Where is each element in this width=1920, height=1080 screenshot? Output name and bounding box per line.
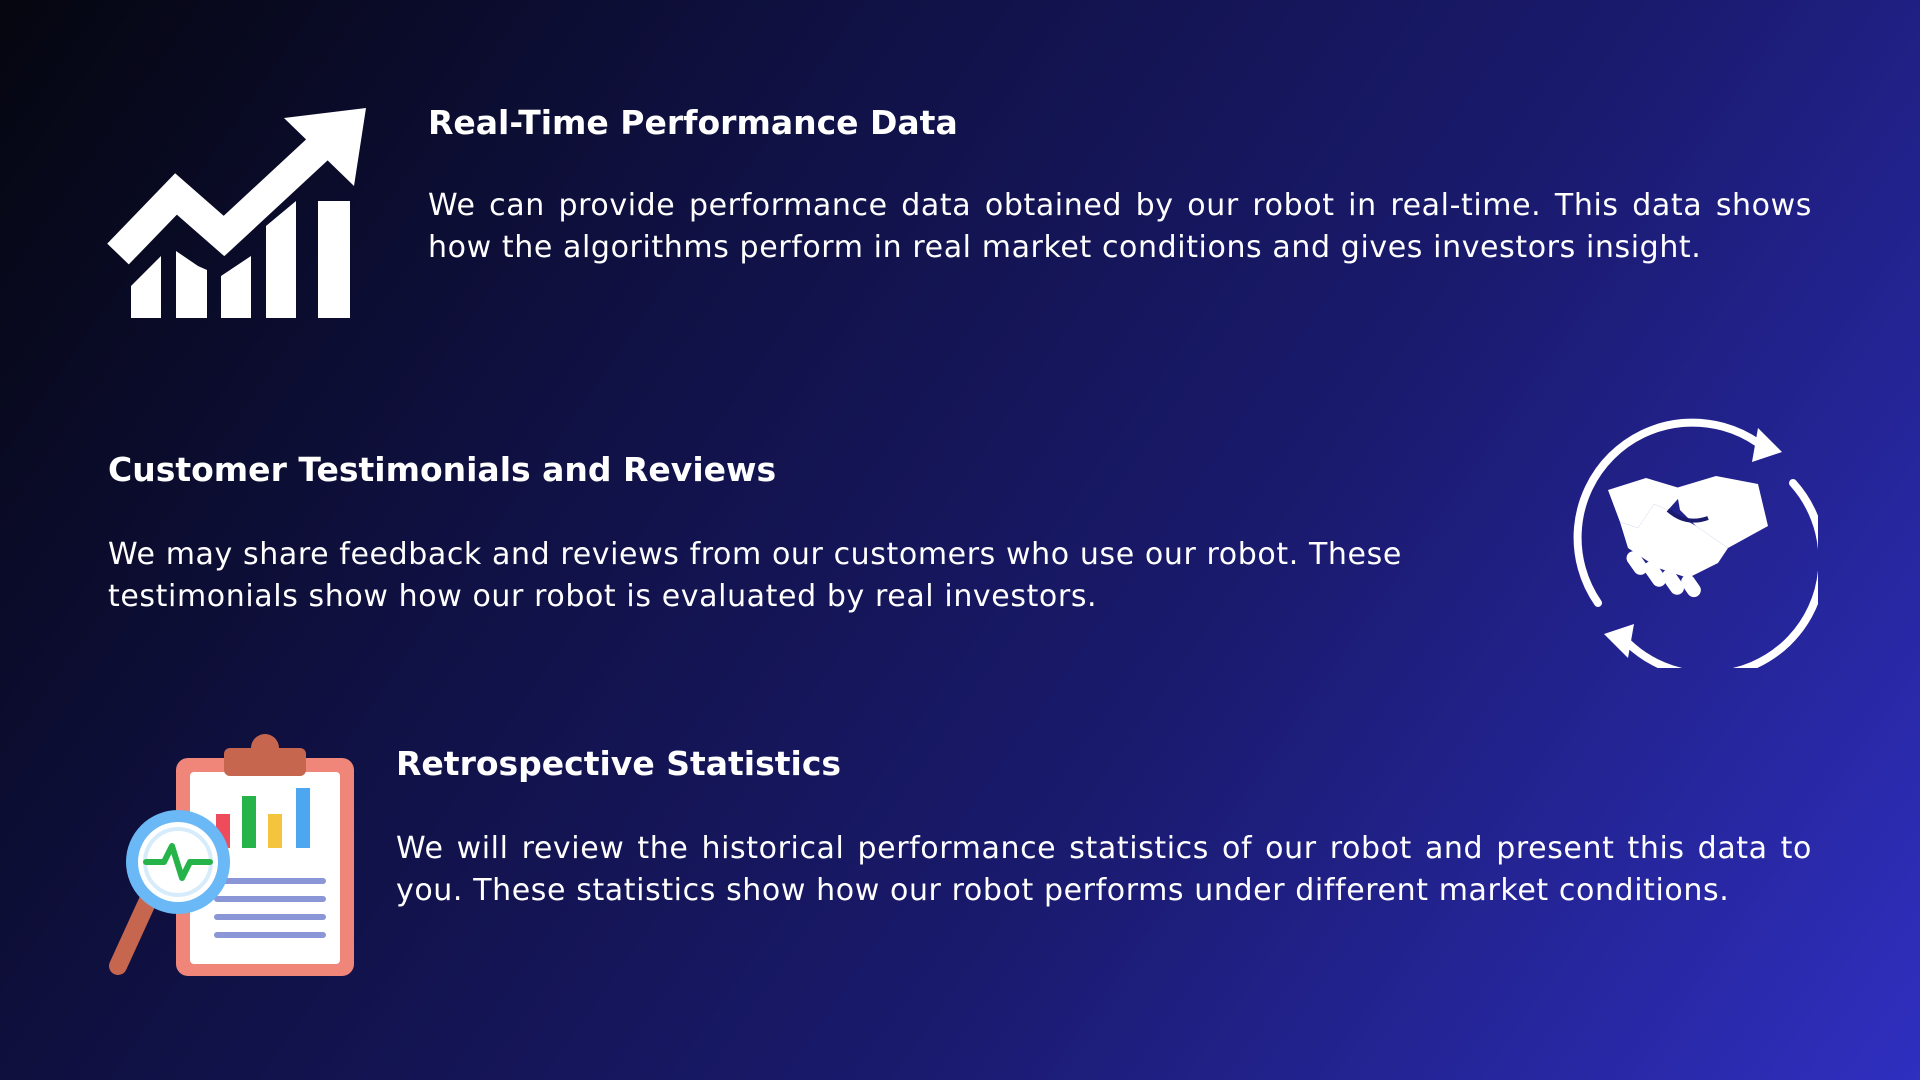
section-title: Customer Testimonials and Reviews [108, 450, 777, 489]
section-testimonials: Customer Testimonials and Reviews We may… [108, 450, 1508, 618]
handshake-icon [1568, 418, 1818, 668]
section-title: Real-Time Performance Data [428, 103, 958, 142]
section-title: Retrospective Statistics [396, 744, 842, 783]
growth-chart-icon [106, 106, 366, 318]
clipboard-analytics-icon [106, 730, 356, 980]
section-body: We will review the historical performanc… [396, 831, 1812, 908]
section-performance: Real-Time Performance Data We can provid… [428, 103, 1812, 269]
section-statistics: Retrospective Statistics We will review … [396, 744, 1812, 912]
section-body: We can provide performance data obtained… [428, 188, 1812, 265]
slide: { "sections": [ { "title": "Real-Time Pe… [0, 0, 1920, 1080]
section-body: We may share feedback and reviews from o… [108, 537, 1402, 614]
